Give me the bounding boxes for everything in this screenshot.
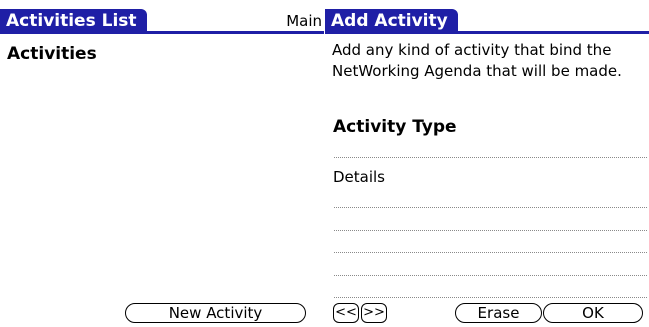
- details-label: Details: [333, 168, 386, 186]
- activities-list-screen: Activities List Main Activities New Acti…: [0, 0, 324, 327]
- add-activity-screen: Add Activity Add any kind of activity th…: [325, 0, 649, 327]
- form-title: Activities List: [0, 9, 147, 33]
- details-line: [334, 297, 647, 298]
- title-underline: [325, 31, 649, 34]
- title-underline: [0, 31, 324, 34]
- details-line: [334, 230, 647, 231]
- activity-type-field[interactable]: [334, 157, 647, 158]
- activities-heading: Activities: [7, 44, 97, 64]
- erase-button[interactable]: Erase: [455, 303, 542, 323]
- main-menu[interactable]: Main: [286, 9, 322, 33]
- next-button[interactable]: >>: [361, 303, 387, 323]
- details-line: [334, 252, 647, 253]
- title-bar: Activities List Main: [0, 9, 324, 35]
- activity-type-label: Activity Type: [333, 117, 457, 137]
- details-line: [334, 207, 647, 208]
- description-text: Add any kind of activity that bind the N…: [332, 41, 622, 80]
- title-bar: Add Activity: [325, 9, 649, 35]
- previous-button[interactable]: <<: [333, 303, 359, 323]
- new-activity-button[interactable]: New Activity: [125, 303, 306, 323]
- ok-button[interactable]: OK: [543, 303, 643, 323]
- details-line: [334, 275, 647, 276]
- form-title: Add Activity: [325, 9, 458, 33]
